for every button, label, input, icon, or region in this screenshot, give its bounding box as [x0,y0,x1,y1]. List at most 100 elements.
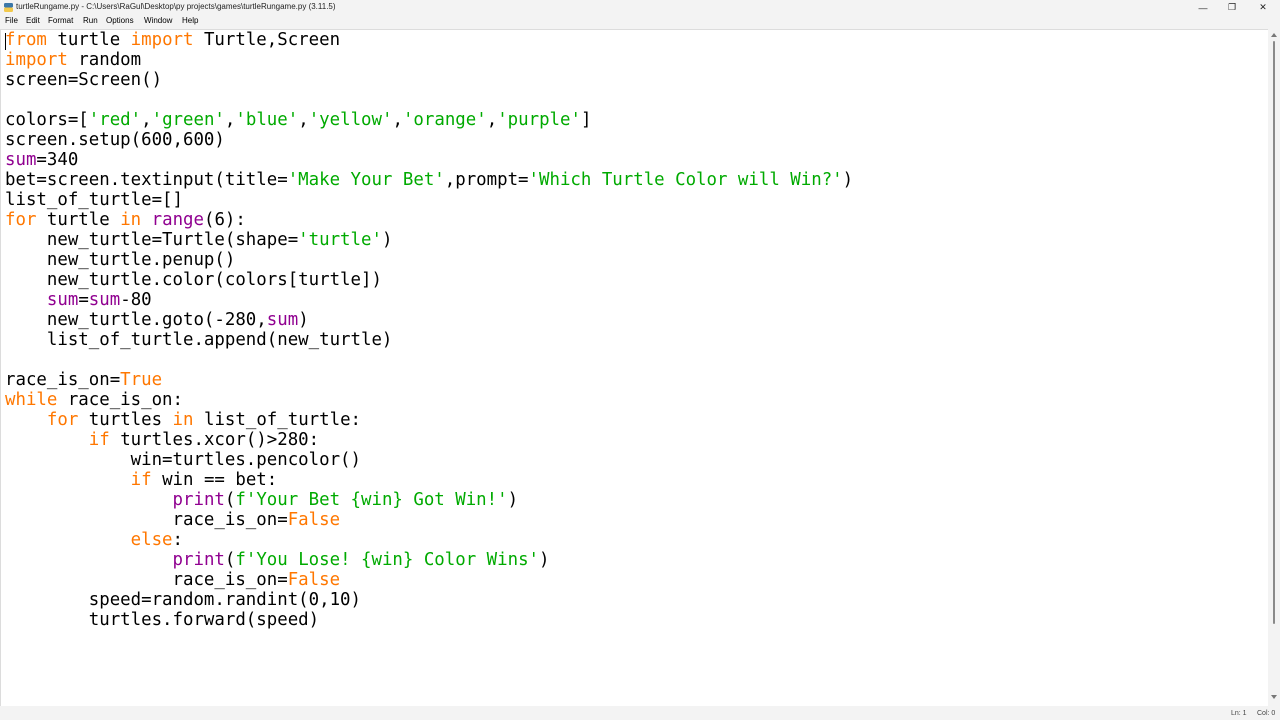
code-token: screen=Screen() [5,70,163,90]
menu-edit[interactable]: Edit [26,16,40,25]
code-token: random [67,50,142,70]
code-token: turtles [78,410,173,430]
code-token: race_is_on= [5,570,288,590]
code-token: False [287,510,341,530]
code-token: 'turtle' [298,230,382,250]
code-token: False [287,570,341,590]
code-token: new_turtle.goto(-280, [5,310,267,330]
code-token: import [130,30,194,50]
code-token: while [5,390,58,410]
code-token: turtle [36,210,121,230]
menu-options[interactable]: Options [106,16,134,25]
menu-help[interactable]: Help [182,16,198,25]
code-line: colors=['red','green','blue','yellow','o… [5,110,853,130]
code-line: ​ [5,90,853,110]
code-token: Turtle,Screen [193,30,341,50]
vertical-scrollbar[interactable] [1268,29,1280,706]
code-token: , [392,110,403,130]
scroll-down-icon[interactable] [1271,695,1277,699]
code-editor[interactable]: from turtle import Turtle,Screen import r… [0,29,1269,707]
code-token: race_is_on= [5,510,288,530]
code-token: f'Your Bet {win} Got Win!' [235,490,508,510]
code-token: bet=screen.textinput(title= [5,170,288,190]
code-token: 'yellow' [308,110,393,130]
code-token: range [151,210,204,230]
code-token: ,prompt= [444,170,529,190]
code-token: in [172,410,194,430]
menu-format[interactable]: Format [48,16,73,25]
code-line: from turtle import Turtle,Screen [5,30,853,50]
code-token: in [120,210,142,230]
code-line: else: [5,530,853,550]
code-line: race_is_on=True [5,370,853,390]
code-token: =340 [36,150,79,170]
code-token: race_is_on: [57,390,183,410]
code-token: -80 [120,290,152,310]
code-token: sum [88,290,121,310]
code-token: list_of_turtle=[] [5,190,183,210]
code-token: 'orange' [402,110,487,130]
code-token: if [88,430,110,450]
code-line: print(f'Your Bet {win} Got Win!') [5,490,853,510]
code-line: new_turtle.goto(-280,sum) [5,310,853,330]
window-title: turtleRungame.py - C:\Users\RaGul\Deskto… [16,2,336,11]
code-line: new_turtle.penup() [5,250,853,270]
code-line: win=turtles.pencolor() [5,450,853,470]
scrollbar-thumb[interactable] [1273,41,1275,624]
status-bar: Ln: 1 Col: 0 [0,706,1280,720]
code-line: new_turtle.color(colors[turtle]) [5,270,853,290]
line-number-status: Ln: 1 [1231,710,1247,717]
column-number-status: Col: 0 [1257,710,1276,717]
code-token: colors=[ [5,110,89,130]
code-line: sum=sum-80 [5,290,853,310]
menu-file[interactable]: File [5,16,18,25]
code-token: turtles.xcor()>280: [109,430,320,450]
maximize-icon: ❐ [1227,2,1237,12]
code-token: ( [224,550,236,570]
code-token: win == bet: [151,470,278,490]
code-token: True [120,370,163,390]
close-button[interactable]: ✕ [1246,0,1280,15]
code-token: 'purple' [497,110,581,130]
code-token: speed=random.randint(0,10) [5,590,361,610]
close-icon: ✕ [1259,2,1267,12]
code-token: sum [46,290,79,310]
code-line: race_is_on=False [5,570,853,590]
menu-run[interactable]: Run [83,16,98,25]
code-token: ) [539,550,550,570]
code-token: ] [580,110,592,130]
code-token: new_turtle.color(colors[turtle]) [5,270,382,290]
code-line: turtles.forward(speed) [5,610,853,630]
code-line: while race_is_on: [5,390,853,410]
code-line: screen.setup(600,600) [5,130,853,150]
code-token: f'You Lose! {win} Color Wins' [235,550,540,570]
code-line: import random [5,50,853,70]
code-line: speed=random.randint(0,10) [5,590,853,610]
code-token: race_is_on= [5,370,121,390]
code-token: ) [381,230,393,250]
title-bar: turtleRungame.py - C:\Users\RaGul\Deskto… [0,0,1280,15]
code-token: sum [5,150,37,170]
python-idle-icon [4,3,13,12]
code-line: for turtles in list_of_turtle: [5,410,853,430]
code-line: if win == bet: [5,470,853,490]
code-token: print [172,490,225,510]
code-line: bet=screen.textinput(title='Make Your Be… [5,170,853,190]
code-token: for [5,210,37,230]
code-line: for turtle in range(6): [5,210,853,230]
menu-window[interactable]: Window [144,16,172,25]
maximize-button[interactable]: ❐ [1215,0,1249,15]
code-token: sum [266,310,299,330]
code-token: = [78,290,89,310]
code-token: list_of_turtle: [193,410,362,430]
code-line: race_is_on=False [5,510,853,530]
scroll-up-icon[interactable] [1271,33,1277,37]
code-line: list_of_turtle=[] [5,190,853,210]
code-line: new_turtle=Turtle(shape='turtle') [5,230,853,250]
code-token: ( [224,490,236,510]
code-token: new_turtle=Turtle(shape= [5,230,299,250]
